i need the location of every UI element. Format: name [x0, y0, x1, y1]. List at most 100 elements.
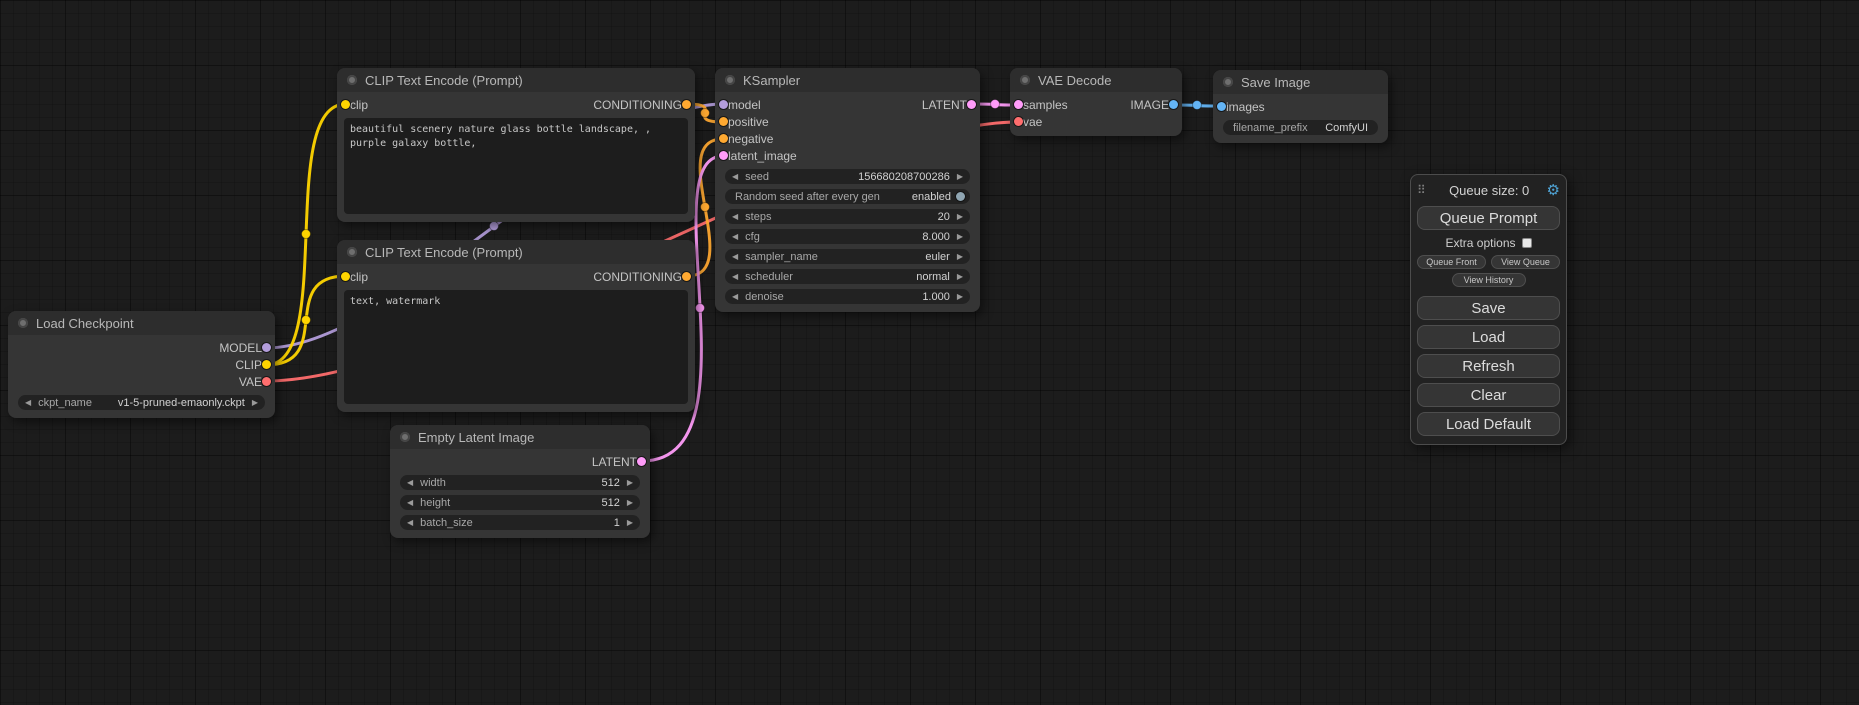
save-image-node[interactable]: Save Image images filename_prefix ComfyU…: [1213, 70, 1388, 143]
decrement-arrow-icon[interactable]: ◀: [730, 213, 740, 221]
clear-button[interactable]: Clear: [1417, 383, 1560, 407]
vae-output-port[interactable]: [262, 377, 271, 386]
clip-input-port[interactable]: [341, 100, 350, 109]
conditioning-output-port[interactable]: [682, 272, 691, 281]
node-collapse-dot[interactable]: [18, 318, 28, 328]
decrement-arrow-icon[interactable]: ◀: [23, 399, 33, 407]
load-default-button[interactable]: Load Default: [1417, 412, 1560, 436]
latent-output-port[interactable]: [967, 100, 976, 109]
settings-gear-icon[interactable]: ⚙: [1547, 183, 1560, 198]
steps-widget[interactable]: ◀ steps 20 ▶: [725, 209, 970, 224]
drag-handle-icon[interactable]: ⠿: [1417, 183, 1426, 197]
save-image-title-bar[interactable]: Save Image: [1213, 70, 1388, 94]
scheduler-widget[interactable]: ◀ scheduler normal ▶: [725, 269, 970, 284]
increment-arrow-icon[interactable]: ▶: [955, 273, 965, 281]
clip-output-row: CLIP: [8, 356, 275, 373]
increment-arrow-icon[interactable]: ▶: [955, 213, 965, 221]
sampler-name-widget[interactable]: ◀ sampler_name euler ▶: [725, 249, 970, 264]
extra-options-checkbox[interactable]: [1522, 238, 1532, 248]
latent-output-port[interactable]: [637, 457, 646, 466]
widget-value: 512: [601, 497, 619, 509]
image-output-port[interactable]: [1169, 100, 1178, 109]
latent-output-row: LATENT: [390, 453, 650, 470]
positive-input-port[interactable]: [719, 117, 728, 126]
clip-text-encode-title-bar[interactable]: CLIP Text Encode (Prompt): [337, 68, 695, 92]
cfg-widget[interactable]: ◀ cfg 8.000 ▶: [725, 229, 970, 244]
decrement-arrow-icon[interactable]: ◀: [730, 293, 740, 301]
increment-arrow-icon[interactable]: ▶: [955, 173, 965, 181]
decrement-arrow-icon[interactable]: ◀: [405, 479, 415, 487]
clip-input-port[interactable]: [341, 272, 350, 281]
filename-prefix-widget[interactable]: filename_prefix ComfyUI: [1223, 120, 1378, 135]
ksampler-node[interactable]: KSampler model LATENT positive negative …: [715, 68, 980, 312]
widget-value: 512: [601, 477, 619, 489]
empty-latent-image-node[interactable]: Empty Latent Image LATENT ◀ width 512 ▶ …: [390, 425, 650, 538]
clip-output-port[interactable]: [262, 360, 271, 369]
batch-size-widget[interactable]: ◀ batch_size 1 ▶: [400, 515, 640, 530]
decrement-arrow-icon[interactable]: ◀: [730, 273, 740, 281]
view-queue-button[interactable]: View Queue: [1491, 255, 1560, 269]
samples-image-row: samples IMAGE: [1010, 96, 1182, 113]
decrement-arrow-icon[interactable]: ◀: [730, 253, 740, 261]
refresh-button[interactable]: Refresh: [1417, 354, 1560, 378]
model-output-port[interactable]: [262, 343, 271, 352]
node-collapse-dot[interactable]: [400, 432, 410, 442]
increment-arrow-icon[interactable]: ▶: [955, 233, 965, 241]
increment-arrow-icon[interactable]: ▶: [955, 253, 965, 261]
increment-arrow-icon[interactable]: ▶: [625, 499, 635, 507]
node-collapse-dot[interactable]: [1020, 75, 1030, 85]
node-collapse-dot[interactable]: [1223, 77, 1233, 87]
queue-prompt-button[interactable]: Queue Prompt: [1417, 206, 1560, 230]
decrement-arrow-icon[interactable]: ◀: [405, 519, 415, 527]
latent-image-input-port[interactable]: [719, 151, 728, 160]
node-collapse-dot[interactable]: [347, 75, 357, 85]
widget-name: width: [420, 477, 596, 489]
denoise-widget[interactable]: ◀ denoise 1.000 ▶: [725, 289, 970, 304]
model-input-port[interactable]: [719, 100, 728, 109]
vae-decode-title-bar[interactable]: VAE Decode: [1010, 68, 1182, 92]
samples-input-port[interactable]: [1014, 100, 1023, 109]
clip-text-encode-title-bar[interactable]: CLIP Text Encode (Prompt): [337, 240, 695, 264]
vae-input-port[interactable]: [1014, 117, 1023, 126]
clip-text-encode-positive-node[interactable]: CLIP Text Encode (Prompt) clip CONDITION…: [337, 68, 695, 222]
node-collapse-dot[interactable]: [347, 247, 357, 257]
ksampler-title-bar[interactable]: KSampler: [715, 68, 980, 92]
toggle-knob[interactable]: [956, 192, 965, 201]
height-widget[interactable]: ◀ height 512 ▶: [400, 495, 640, 510]
increment-arrow-icon[interactable]: ▶: [250, 399, 260, 407]
node-collapse-dot[interactable]: [725, 75, 735, 85]
view-history-button[interactable]: View History: [1452, 273, 1526, 287]
ckpt-name-widget[interactable]: ◀ ckpt_name v1-5-pruned-emaonly.ckpt ▶: [18, 395, 265, 410]
seed-widget[interactable]: ◀ seed 156680208700286 ▶: [725, 169, 970, 184]
images-input-port[interactable]: [1217, 102, 1226, 111]
load-checkpoint-title-bar[interactable]: Load Checkpoint: [8, 311, 275, 335]
node-title: Empty Latent Image: [418, 430, 534, 445]
model-input-label: model: [728, 98, 761, 112]
negative-input-port[interactable]: [719, 134, 728, 143]
conditioning-output-port[interactable]: [682, 100, 691, 109]
width-widget[interactable]: ◀ width 512 ▶: [400, 475, 640, 490]
increment-arrow-icon[interactable]: ▶: [955, 293, 965, 301]
load-checkpoint-node[interactable]: Load Checkpoint MODEL CLIP VAE ◀ ckpt_na…: [8, 311, 275, 418]
wire-conditioning-midpoint-dot: [701, 203, 710, 212]
decrement-arrow-icon[interactable]: ◀: [405, 499, 415, 507]
queue-front-button[interactable]: Queue Front: [1417, 255, 1486, 269]
wire-latent-midpoint-dot: [696, 304, 705, 313]
empty-latent-image-title-bar[interactable]: Empty Latent Image: [390, 425, 650, 449]
load-button[interactable]: Load: [1417, 325, 1560, 349]
positive-prompt-textarea[interactable]: beautiful scenery nature glass bottle la…: [344, 118, 688, 214]
decrement-arrow-icon[interactable]: ◀: [730, 173, 740, 181]
vae-decode-node[interactable]: VAE Decode samples IMAGE vae: [1010, 68, 1182, 136]
random-seed-toggle-widget[interactable]: Random seed after every gen enabled: [725, 189, 970, 204]
save-button[interactable]: Save: [1417, 296, 1560, 320]
increment-arrow-icon[interactable]: ▶: [625, 479, 635, 487]
decrement-arrow-icon[interactable]: ◀: [730, 233, 740, 241]
increment-arrow-icon[interactable]: ▶: [625, 519, 635, 527]
clip-input-label: clip: [350, 98, 368, 112]
workflow-actions-group: Save Load Refresh Clear Load Default: [1417, 296, 1560, 436]
negative-prompt-textarea[interactable]: text, watermark: [344, 290, 688, 404]
widget-name: seed: [745, 171, 853, 183]
latent-output-label: LATENT: [922, 98, 967, 112]
node-title: Save Image: [1241, 75, 1310, 90]
clip-text-encode-negative-node[interactable]: CLIP Text Encode (Prompt) clip CONDITION…: [337, 240, 695, 412]
